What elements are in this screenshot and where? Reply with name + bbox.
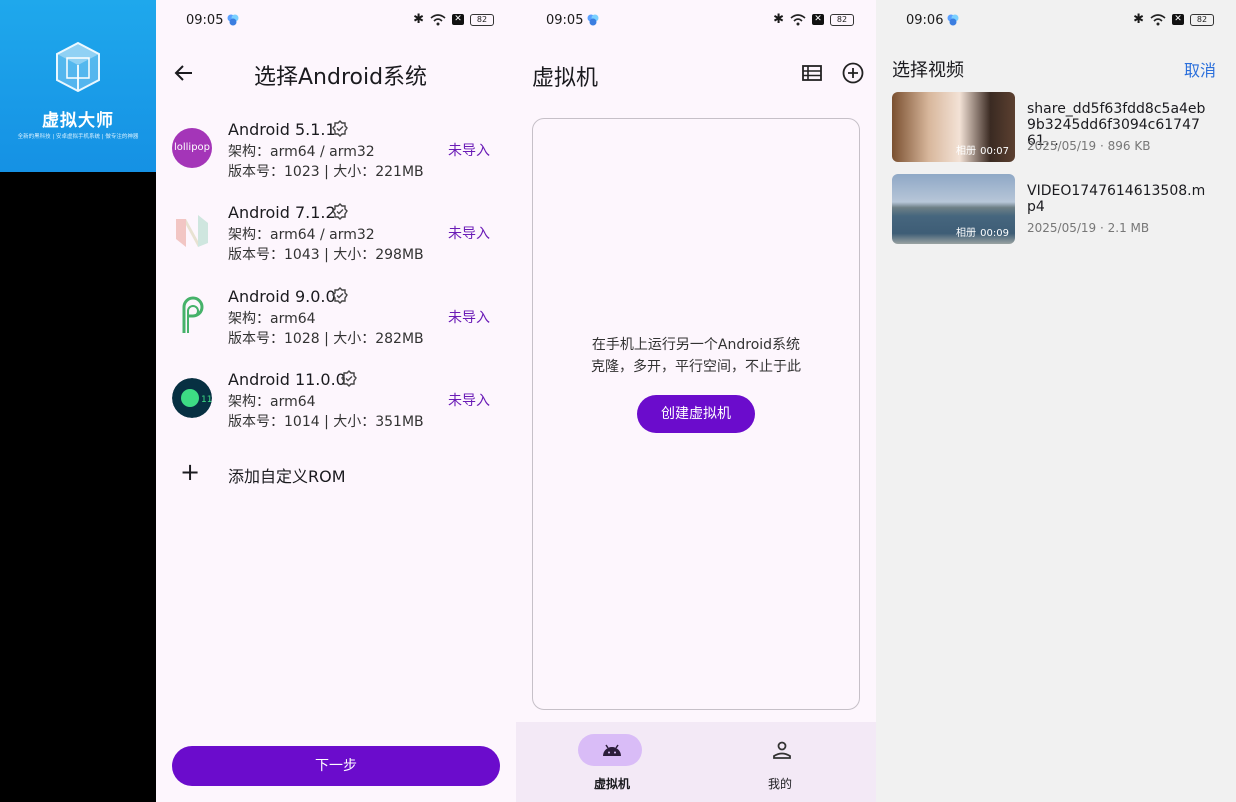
page-title: 选择Android系统 — [254, 65, 428, 90]
nav-tab-vm[interactable]: 虚拟机 — [516, 722, 696, 802]
nav-label-vm: 虚拟机 — [593, 777, 630, 791]
video-meta: 2025/05/19 · 896 KB — [1027, 139, 1150, 153]
person-icon — [773, 741, 791, 759]
status-bar: 09:06 ✱ ✕ 82 — [876, 0, 1236, 40]
video-date: 2025/05/19 — [1027, 139, 1097, 153]
sim-off-icon: ✕ — [1172, 14, 1184, 25]
list-view-icon[interactable] — [802, 64, 822, 82]
nav-label-mine: 我的 — [767, 777, 792, 791]
cube-logo-icon — [56, 41, 100, 93]
battery-icon: 82 — [830, 13, 854, 26]
add-custom-rom-button[interactable]: + 添加自定义ROM — [176, 458, 476, 486]
next-button[interactable]: 下一步 — [172, 746, 500, 786]
vm-list-panel: 09:05 ✱ ✕ 82 虚拟机 在手机上运行另一个Android系统 克隆，多 — [516, 0, 876, 802]
page-title: 虚拟机 — [532, 66, 599, 91]
rom-status[interactable]: 未导入 — [448, 307, 490, 327]
splash-banner: 虚拟大师 全新的黑科技 | 安卓虚拟手机系统 | 做专注的神器 — [0, 0, 156, 172]
app-name: 虚拟大师 — [42, 111, 114, 131]
empty-vm-card: 在手机上运行另一个Android系统 克隆，多开，平行空间，不止于此 创建虚拟机 — [532, 118, 860, 710]
vm-app-icon — [947, 14, 959, 26]
rom-status[interactable]: 未导入 — [448, 390, 490, 410]
verified-badge-icon — [332, 203, 348, 220]
album-tag: 相册 — [956, 228, 976, 239]
rom-item-android-9[interactable]: Android 9.0.0 架构：arm64 版本号：1028 | 大小：282… — [172, 287, 502, 367]
rom-name: Android 11.0.0 — [228, 370, 346, 389]
empty-state-line1: 在手机上运行另一个Android系统 — [591, 337, 801, 353]
rom-version: 版本号：1023 | 大小：221MB — [228, 164, 424, 180]
create-vm-button[interactable]: 创建虚拟机 — [637, 395, 755, 433]
cancel-button[interactable]: 取消 — [1184, 57, 1216, 81]
rom-arch: 架构：arm64 / arm32 — [228, 227, 375, 243]
app-slogan: 全新的黑科技 | 安卓虚拟手机系统 | 做专注的神器 — [17, 134, 139, 140]
wifi-icon — [1150, 13, 1166, 25]
video-duration: 00:09 — [980, 228, 1009, 239]
rom-status[interactable]: 未导入 — [448, 223, 490, 243]
video-size: 2.1 MB — [1107, 221, 1150, 235]
rom-name: Android 7.1.2 — [228, 203, 336, 222]
android-icon — [603, 744, 621, 756]
status-bar: 09:05 ✱ ✕ 82 — [156, 0, 516, 40]
rom-version: 版本号：1014 | 大小：351MB — [228, 414, 424, 430]
vm-app-icon — [587, 14, 599, 26]
battery-icon: 82 — [470, 13, 494, 26]
video-meta: 2025/05/19 · 2.1 MB — [1027, 221, 1149, 235]
rom-arch: 架构：arm64 / arm32 — [228, 144, 375, 160]
android11-icon: 11 — [172, 378, 212, 418]
bottom-nav: 虚拟机 我的 — [516, 722, 876, 802]
verified-badge-icon — [341, 370, 357, 387]
status-time: 09:06 — [906, 13, 944, 28]
verified-badge-icon — [332, 287, 348, 304]
video-file-name: VIDEO1747614613508.mp4 — [1027, 183, 1206, 215]
rom-item-android-5[interactable]: lollipop Android 5.1.1 架构：arm64 / arm32 … — [172, 120, 502, 200]
sim-off-icon: ✕ — [452, 14, 464, 25]
battery-icon: 82 — [1190, 13, 1214, 26]
rom-version: 版本号：1043 | 大小：298MB — [228, 247, 424, 263]
bluetooth-icon: ✱ — [413, 12, 424, 27]
svg-text:11: 11 — [201, 395, 212, 405]
rom-arch: 架构：arm64 — [228, 311, 316, 327]
sim-off-icon: ✕ — [812, 14, 824, 25]
rom-arch: 架构：arm64 — [228, 394, 316, 410]
splash-panel: 虚拟大师 全新的黑科技 | 安卓虚拟手机系统 | 做专注的神器 — [0, 0, 156, 802]
select-android-panel: 09:05 ✱ ✕ 82 选择Android系统 lollipop Androi… — [156, 0, 516, 802]
add-custom-rom-label: 添加自定义ROM — [228, 467, 346, 486]
verified-badge-icon — [332, 120, 348, 137]
rom-version: 版本号：1028 | 大小：282MB — [228, 331, 424, 347]
rom-name: Android 5.1.1 — [228, 120, 336, 139]
status-time: 09:05 — [546, 13, 584, 28]
lollipop-icon: lollipop — [172, 128, 212, 168]
video-date: 2025/05/19 — [1027, 221, 1097, 235]
meta-separator: · — [1100, 221, 1108, 235]
select-video-panel: 09:06 ✱ ✕ 82 选择视频 取消 相册 00:07 share_dd5f… — [876, 0, 1236, 802]
rom-item-android-7[interactable]: Android 7.1.2 架构：arm64 / arm32 版本号：1043 … — [172, 203, 502, 283]
video-item[interactable]: 相册 00:09 VIDEO1747614613508.mp4 2025/05/… — [892, 174, 1222, 244]
meta-separator: · — [1100, 139, 1108, 153]
status-time: 09:05 — [186, 13, 224, 28]
page-title: 选择视频 — [892, 60, 964, 81]
video-thumbnail: 相册 00:07 — [892, 92, 1015, 162]
video-item[interactable]: 相册 00:07 share_dd5f63fdd8c5a4eb9b3245dd6… — [892, 92, 1222, 162]
pie-icon — [182, 296, 204, 333]
wifi-icon — [790, 13, 806, 25]
wifi-icon — [430, 13, 446, 25]
vm-app-icon — [227, 14, 239, 26]
album-tag: 相册 — [956, 146, 976, 157]
video-duration: 00:07 — [980, 146, 1009, 157]
plus-icon: + — [180, 458, 201, 486]
rom-item-android-11[interactable]: 11 Android 11.0.0 架构：arm64 版本号：1014 | 大小… — [172, 370, 502, 450]
status-bar: 09:05 ✱ ✕ 82 — [516, 0, 876, 40]
video-thumbnail: 相册 00:09 — [892, 174, 1015, 244]
video-size: 896 KB — [1107, 139, 1151, 153]
rom-status[interactable]: 未导入 — [448, 140, 490, 160]
back-arrow-icon[interactable] — [172, 61, 196, 85]
bluetooth-icon: ✱ — [1133, 12, 1144, 27]
rom-name: Android 9.0.0 — [228, 287, 336, 306]
nougat-icon — [176, 215, 208, 247]
add-circle-icon[interactable] — [842, 62, 864, 84]
bluetooth-icon: ✱ — [773, 12, 784, 27]
empty-state-line2: 克隆，多开，平行空间，不止于此 — [591, 359, 801, 375]
nav-tab-mine[interactable]: 我的 — [696, 722, 876, 802]
